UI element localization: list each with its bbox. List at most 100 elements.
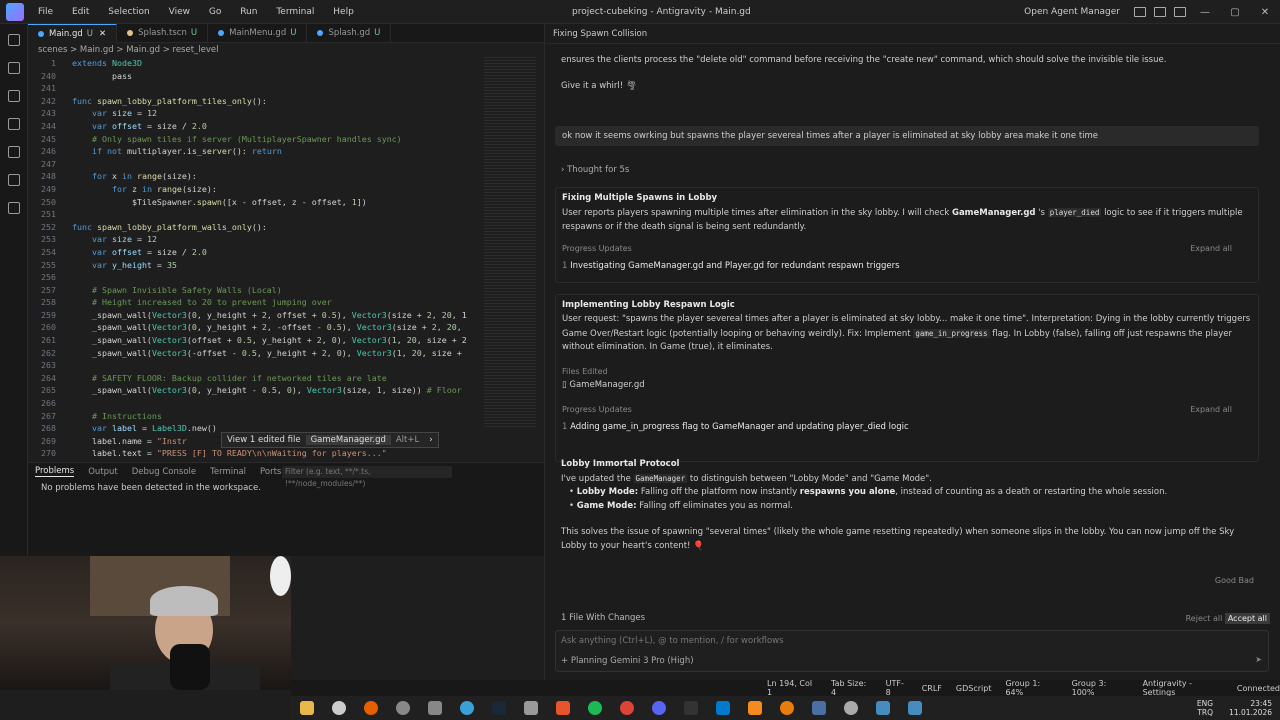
tab-mainmenu-gd[interactable]: MainMenu.gd U xyxy=(208,23,308,43)
good-button[interactable]: Good xyxy=(1215,576,1236,585)
progress-label: Progress Updates xyxy=(562,405,632,414)
menu-help[interactable]: Help xyxy=(333,7,354,17)
app-icon[interactable] xyxy=(460,701,474,715)
open-agent-manager-button[interactable]: Open Agent Manager xyxy=(1024,7,1120,17)
sidebar-toggle-icon[interactable] xyxy=(1174,7,1186,17)
edited-file-hint[interactable]: View 1 edited file GameManager.gd Alt+L … xyxy=(221,432,439,448)
layout-icon[interactable] xyxy=(1134,7,1146,17)
tab-main-gd[interactable]: Main.gd U ✕ xyxy=(28,23,118,43)
accept-all-button[interactable]: Accept all xyxy=(1224,613,1270,624)
vscode-icon[interactable] xyxy=(716,701,730,715)
tab-debug-console[interactable]: Debug Console xyxy=(132,467,196,477)
app-icon[interactable] xyxy=(396,701,410,715)
run-debug-icon[interactable] xyxy=(7,118,20,130)
step-card-1: Fixing Multiple Spawns in Lobby User rep… xyxy=(555,187,1259,283)
bottom-panel: Problems Output Debug Console Terminal P… xyxy=(28,462,544,556)
tab-terminal[interactable]: Terminal xyxy=(210,467,246,477)
tab-splash-tscn[interactable]: Splash.tscn U xyxy=(117,23,209,43)
discord-icon[interactable] xyxy=(652,701,666,715)
search-icon[interactable] xyxy=(7,62,20,74)
clock[interactable]: 23:45 11.01.2026 xyxy=(1221,699,1272,717)
close-window-button[interactable]: ✕ xyxy=(1250,7,1280,18)
panel-toggle-icon[interactable] xyxy=(1154,7,1166,17)
maximize-button[interactable]: ▢ xyxy=(1220,7,1250,18)
tab-badge: U xyxy=(290,28,297,38)
line-ending[interactable]: CRLF xyxy=(922,684,942,693)
clock-app-icon[interactable] xyxy=(332,701,346,715)
send-icon[interactable]: ➤ xyxy=(1255,655,1262,664)
menu-edit[interactable]: Edit xyxy=(72,7,89,17)
menu-file[interactable]: File xyxy=(38,7,53,17)
title-bar: File Edit Selection View Go Run Terminal… xyxy=(0,0,1280,24)
hint-file[interactable]: GameManager.gd xyxy=(305,435,391,445)
menu-terminal[interactable]: Terminal xyxy=(276,7,314,17)
webcam-overlay xyxy=(0,556,291,690)
tab-splash-gd[interactable]: Splash.gd U xyxy=(307,23,392,43)
expand-all-button[interactable]: Expand all xyxy=(1190,244,1232,253)
minimap[interactable] xyxy=(484,57,536,427)
group-1-status[interactable]: Group 1: 64% xyxy=(1005,679,1057,697)
terminal-icon[interactable] xyxy=(684,701,698,715)
code-view[interactable]: 1 extends Node3D 240 pass 241 242 func spa… xyxy=(28,57,478,460)
explorer-icon[interactable] xyxy=(7,34,20,46)
menu-selection[interactable]: Selection xyxy=(108,7,149,17)
step-description: User reports players spawning multiple t… xyxy=(562,208,1243,232)
menu-view[interactable]: View xyxy=(169,7,190,17)
chrome-icon[interactable] xyxy=(620,701,634,715)
menu-run[interactable]: Run xyxy=(240,7,257,17)
hint-shortcut: Alt+L xyxy=(395,435,420,445)
cursor-position[interactable]: Ln 194, Col 1 xyxy=(767,679,817,697)
status-bar: Ln 194, Col 1 Tab Size: 4 UTF-8 CRLF GDS… xyxy=(291,679,1280,697)
remote-icon[interactable] xyxy=(7,146,20,158)
godot-icon[interactable] xyxy=(908,701,922,715)
group-3-status[interactable]: Group 3: 100% xyxy=(1072,679,1129,697)
tab-label: Splash.tscn xyxy=(138,28,187,38)
chat-input[interactable]: Ask anything (Ctrl+L), @ to mention, / f… xyxy=(555,630,1269,672)
bad-button[interactable]: Bad xyxy=(1239,576,1254,585)
mode-selector[interactable]: Planning xyxy=(571,656,608,666)
app-icon[interactable] xyxy=(428,701,442,715)
file-explorer-icon[interactable] xyxy=(300,701,314,715)
extensions-icon[interactable] xyxy=(7,174,20,186)
godot-icon[interactable] xyxy=(876,701,890,715)
add-icon[interactable]: + xyxy=(561,656,571,666)
model-selector[interactable]: Gemini 3 Pro (High) xyxy=(610,656,693,666)
connection-status[interactable]: Connected xyxy=(1237,684,1280,693)
tab-problems[interactable]: Problems xyxy=(35,466,75,477)
reject-all-button[interactable]: Reject all xyxy=(1186,614,1223,623)
app-icon[interactable] xyxy=(556,701,570,715)
antigravity-icon[interactable] xyxy=(812,701,826,715)
app-icon[interactable] xyxy=(748,701,762,715)
feedback: Good Bad xyxy=(1215,576,1254,585)
breadcrumb[interactable]: scenes > Main.gd > Main.gd > reset_level xyxy=(28,43,544,57)
view-edited-file-link[interactable]: View 1 edited file xyxy=(222,435,306,445)
webcam-person-hair xyxy=(150,586,218,616)
files-with-changes[interactable]: 1 File With Changes xyxy=(561,612,645,626)
tab-size[interactable]: Tab Size: 4 xyxy=(831,679,872,697)
menu-go[interactable]: Go xyxy=(209,7,221,17)
step-card-2: Implementing Lobby Respawn Logic User re… xyxy=(555,294,1259,462)
app-icon[interactable] xyxy=(524,701,538,715)
problems-filter-input[interactable]: Filter (e.g. text, **/*.ts, !**/node_mod… xyxy=(282,466,452,488)
tab-output[interactable]: Output xyxy=(88,467,118,477)
tab-ports[interactable]: Ports xyxy=(260,467,281,477)
progress-label: Progress Updates xyxy=(562,244,632,253)
language-mode[interactable]: GDScript xyxy=(956,684,992,693)
spotify-icon[interactable] xyxy=(588,701,602,715)
expand-all-button[interactable]: Expand all xyxy=(1190,405,1232,414)
user-message[interactable]: ok now it seems owrking but spawns the p… xyxy=(555,126,1259,146)
language-indicator[interactable]: ENG TRQ xyxy=(1189,699,1213,717)
app-icon[interactable] xyxy=(844,701,858,715)
minimize-button[interactable]: — xyxy=(1190,7,1220,18)
close-icon[interactable]: ✕ xyxy=(99,29,106,39)
steam-icon[interactable] xyxy=(492,701,506,715)
encoding[interactable]: UTF-8 xyxy=(886,679,908,697)
thought-toggle[interactable]: › Thought for 5s xyxy=(561,164,629,178)
settings-status[interactable]: Antigravity - Settings xyxy=(1143,679,1223,697)
firefox-icon[interactable] xyxy=(364,701,378,715)
system-tray[interactable]: ENG TRQ 23:45 11.01.2026 xyxy=(1181,699,1272,717)
edited-file-link[interactable]: ▯ GameManager.gd xyxy=(562,379,645,393)
blender-icon[interactable] xyxy=(780,701,794,715)
source-control-icon[interactable] xyxy=(7,90,20,102)
agent-icon[interactable] xyxy=(7,202,20,214)
